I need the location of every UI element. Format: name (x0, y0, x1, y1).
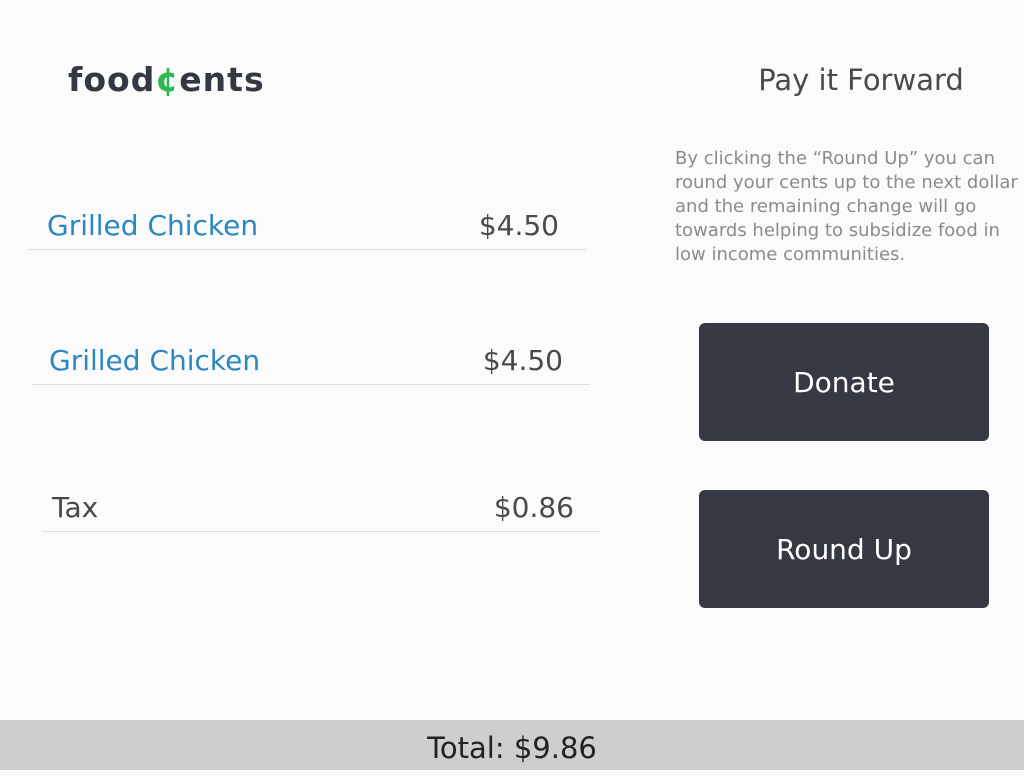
tax-row: Tax $0.86 (42, 485, 601, 532)
logo-text-ents: ents (179, 60, 265, 99)
order-item-price: $4.50 (478, 209, 559, 242)
tax-label: Tax (52, 491, 99, 524)
order-total: Total: $9.86 (427, 731, 597, 765)
donate-button[interactable]: Donate (699, 323, 989, 441)
pay-it-forward-description: By clicking the “Round Up” you can round… (675, 148, 1018, 265)
order-item-row: Grilled Chicken $4.50 (32, 338, 590, 385)
order-item-row: Grilled Chicken $4.50 (28, 203, 586, 250)
logo-text-food: food (68, 60, 156, 99)
tax-amount: $0.86 (493, 491, 574, 524)
foodcents-logo: food¢ents (68, 58, 265, 102)
order-item-price: $4.50 (482, 344, 563, 377)
pay-it-forward-title: Pay it Forward (758, 63, 964, 97)
order-item-name[interactable]: Grilled Chicken (49, 338, 260, 384)
round-up-button[interactable]: Round Up (699, 490, 989, 608)
logo-cent-sign: ¢ (155, 60, 180, 99)
order-item-name[interactable]: Grilled Chicken (47, 203, 258, 249)
total-bar: Total: $9.86 (0, 720, 1024, 770)
